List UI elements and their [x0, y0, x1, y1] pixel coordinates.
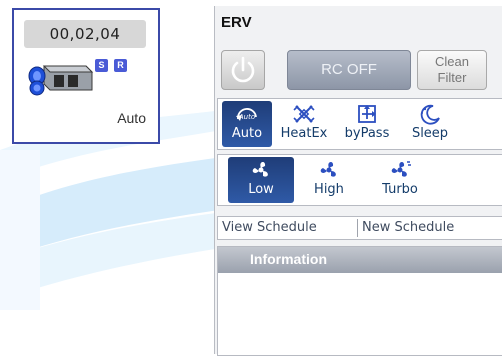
- fan-icon: [391, 161, 411, 177]
- r-badge: R: [114, 59, 127, 72]
- power-icon: [231, 56, 255, 83]
- information-title: Information: [250, 251, 327, 267]
- clean-filter-label-line2: Filter: [437, 70, 467, 85]
- mode-auto-label: Auto: [231, 126, 263, 141]
- fan-icon: [252, 162, 268, 177]
- clean-filter-button[interactable]: Clean Filter: [417, 50, 487, 90]
- auto-mode-icon-text: Auto: [238, 113, 255, 121]
- heat-exchange-icon: [293, 105, 315, 123]
- information-panel: Information: [217, 246, 502, 356]
- s-badge: S: [95, 59, 108, 72]
- bypass-icon: [358, 105, 376, 123]
- clean-filter-label-line1: Clean: [435, 54, 469, 69]
- tab-divider: [357, 219, 358, 237]
- fan-low-label: Low: [248, 182, 274, 197]
- mode-auto[interactable]: Auto Auto: [222, 101, 272, 147]
- power-button[interactable]: [221, 50, 265, 90]
- mode-sleep-label: Sleep: [411, 126, 449, 141]
- fan-turbo[interactable]: Turbo: [368, 157, 432, 203]
- device-mode-label: Auto: [117, 110, 146, 126]
- information-header: Information: [218, 247, 502, 273]
- fan-high-label: High: [314, 182, 344, 197]
- fan-high[interactable]: High: [302, 157, 356, 203]
- fan-turbo-label: Turbo: [382, 182, 418, 197]
- mode-bypass[interactable]: byPass: [336, 101, 398, 147]
- fan-icon: [320, 162, 336, 177]
- schedule-tabs: View Schedule New Schedule: [217, 216, 502, 240]
- mode-sleep[interactable]: Sleep: [402, 101, 458, 147]
- mode-heatex[interactable]: HeatEx: [276, 101, 332, 147]
- fan-speed-row: Low High Turbo: [217, 154, 502, 206]
- auto-mode-icon: Auto: [236, 108, 257, 121]
- ventilation-mode-row: Auto Auto HeatEx byPass Sleep: [217, 98, 502, 150]
- device-card[interactable]: 00,02,04 S R Auto: [12, 8, 160, 144]
- view-schedule-tab[interactable]: View Schedule: [222, 217, 317, 239]
- panel-title: ERV: [221, 14, 252, 31]
- new-schedule-tab[interactable]: New Schedule: [362, 217, 454, 239]
- erv-unit-icon: [28, 65, 94, 96]
- erv-control-panel: ERV RC OFF Clean Filter Auto Auto HeatEx…: [214, 6, 502, 356]
- device-id: 00,02,04: [24, 20, 146, 48]
- fan-low[interactable]: Low: [228, 157, 294, 203]
- sleep-icon: [420, 104, 440, 125]
- mode-bypass-label: byPass: [344, 126, 390, 141]
- rc-off-button[interactable]: RC OFF: [287, 50, 411, 90]
- mode-heatex-label: HeatEx: [280, 126, 328, 141]
